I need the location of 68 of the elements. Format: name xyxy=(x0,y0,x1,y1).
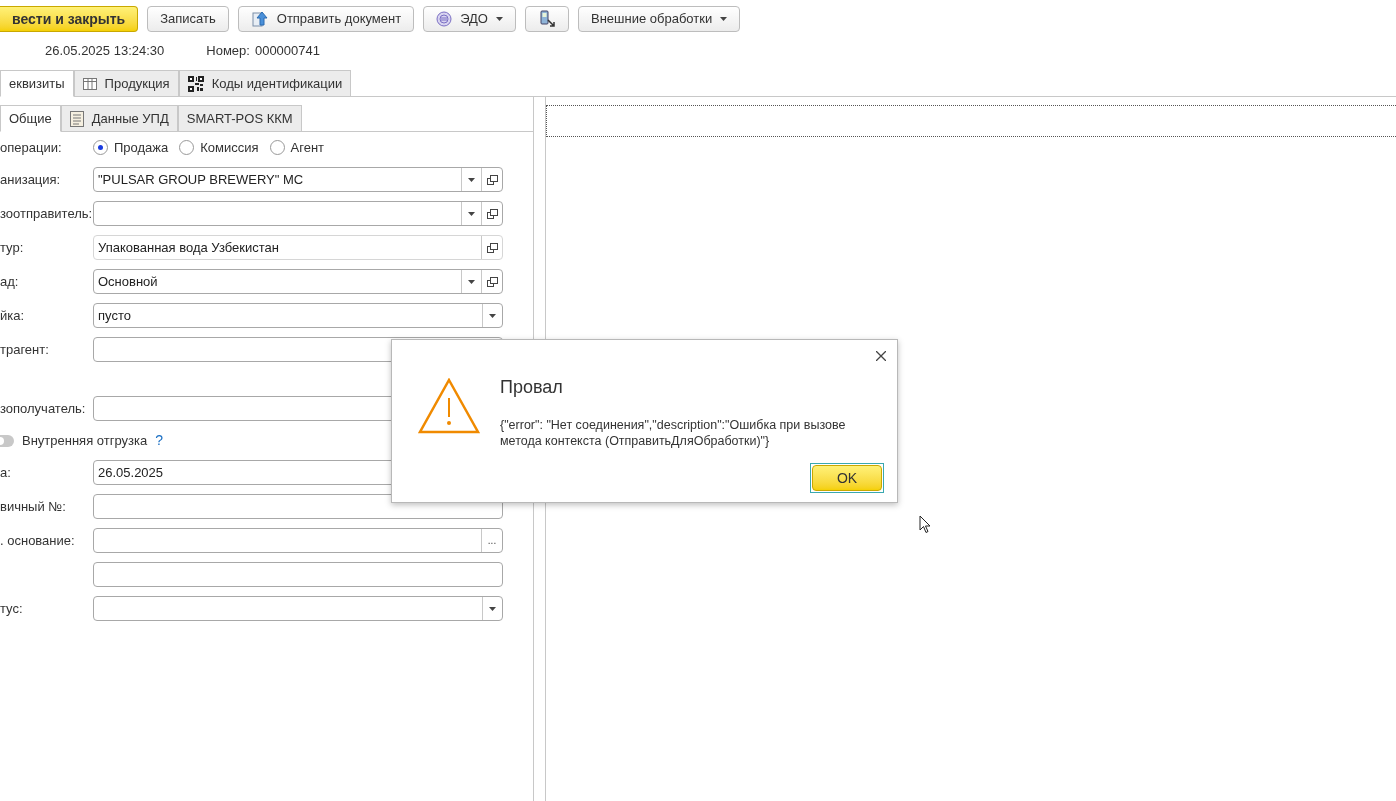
toolbar-button[interactable]: вести и закрыть xyxy=(0,6,139,32)
radio-label: Агент xyxy=(290,138,325,157)
field-label: тус: xyxy=(0,599,24,618)
help-link[interactable]: ? xyxy=(155,430,163,451)
radio-button[interactable] xyxy=(93,140,108,155)
caret-icon xyxy=(468,177,475,182)
tab[interactable]: Продукция xyxy=(73,70,179,97)
tab[interactable]: Коды идентификации xyxy=(178,70,352,97)
field-label: тур: xyxy=(0,238,25,257)
input-field[interactable] xyxy=(93,562,503,587)
number-label: Номер: xyxy=(206,42,250,61)
caret-icon xyxy=(489,313,496,318)
caret-icon xyxy=(496,17,503,21)
input-field[interactable]: "PULSAR GROUP BREWERY" MC xyxy=(93,167,503,192)
table-icon xyxy=(82,77,97,90)
toggle-switch[interactable] xyxy=(0,434,14,447)
tab[interactable]: Общие xyxy=(0,105,61,132)
input-field[interactable]: ... xyxy=(93,528,503,553)
field-label: зополучатель: xyxy=(0,399,87,418)
field-label: . основание: xyxy=(0,531,76,550)
input-field[interactable]: Упакованная вода Узбекистан xyxy=(93,235,503,260)
field-label: операции: xyxy=(0,138,63,157)
field-label: вичный №: xyxy=(0,497,67,516)
field-label: ад: xyxy=(0,272,20,291)
close-icon[interactable] xyxy=(876,351,886,361)
open-window-icon xyxy=(486,174,498,185)
caret-icon xyxy=(720,17,728,21)
document-date: 26.05.2025 13:24:30 xyxy=(45,42,165,61)
tab[interactable]: Данные УПД xyxy=(60,105,178,132)
input-field[interactable]: Основной xyxy=(93,269,503,294)
radio-button[interactable] xyxy=(179,140,195,155)
field-label: а: xyxy=(0,463,12,482)
input-field[interactable] xyxy=(93,596,503,621)
field-label: анизация: xyxy=(0,170,62,189)
caret-icon xyxy=(468,211,475,216)
document-icon xyxy=(69,110,84,127)
dialog-title: Провал xyxy=(500,376,564,399)
ok-button[interactable]: OK xyxy=(812,465,882,491)
toolbar-button[interactable]: Внешние обработки xyxy=(578,6,741,32)
radio-label: Продажа xyxy=(114,138,169,157)
radio-button[interactable] xyxy=(269,140,285,155)
field-label: трагент: xyxy=(0,340,50,359)
input-field[interactable]: пусто xyxy=(93,303,503,328)
radio-label: Комиссия xyxy=(200,138,259,157)
toggle-label: Внутренняя отгрузка xyxy=(22,431,148,450)
scanner-icon xyxy=(538,10,556,28)
document-number: 000000741 xyxy=(254,42,320,61)
input-field[interactable] xyxy=(93,201,503,226)
open-window-icon xyxy=(486,208,498,219)
open-window-icon xyxy=(486,242,498,253)
tab[interactable]: еквизиты xyxy=(0,70,74,97)
toolbar-button[interactable]: Записать xyxy=(147,6,229,32)
warning-icon xyxy=(418,378,480,434)
field-label: зоотправитель: xyxy=(0,204,93,223)
upload-arrow-icon xyxy=(250,10,269,28)
mouse-cursor-icon xyxy=(919,515,932,534)
scanner-button[interactable] xyxy=(525,6,569,32)
toolbar-button[interactable]: ЭДО xyxy=(423,6,516,32)
toolbar-button[interactable]: Отправить документ xyxy=(237,6,415,32)
tab[interactable]: SMART-POS ККМ xyxy=(177,105,302,132)
field-label: йка: xyxy=(0,306,26,325)
error-message: {"error": "Нет соединения","description":"Ошибка при вызове метода контекста (ОтправитьДляОбработки)"} xyxy=(500,417,847,449)
caret-icon xyxy=(468,279,475,284)
circle-icon xyxy=(436,11,453,27)
open-window-icon xyxy=(486,276,498,287)
choose-button[interactable]: ... xyxy=(481,529,502,552)
qr-code-icon xyxy=(187,75,204,92)
caret-icon xyxy=(489,606,496,611)
